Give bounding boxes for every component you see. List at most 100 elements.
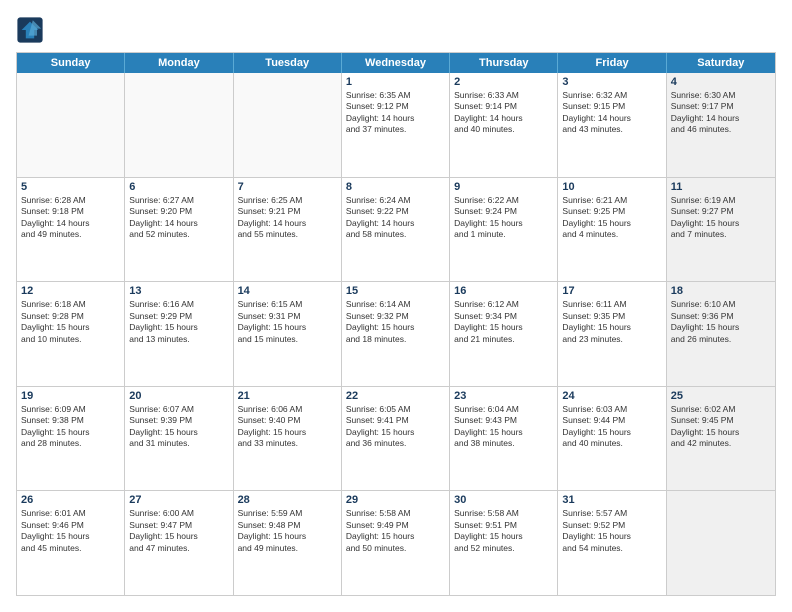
cal-cell-day-7: 7 Sunrise: 6:25 AM Sunset: 9:21 PM Daylig… — [234, 178, 342, 282]
cell-text: Sunrise: 6:16 AM Sunset: 9:29 PM Dayligh… — [129, 299, 228, 345]
day-number: 16 — [454, 285, 553, 297]
day-number: 23 — [454, 390, 553, 402]
cal-row-4: 26 Sunrise: 6:01 AM Sunset: 9:46 PM Dayli… — [17, 490, 775, 595]
cal-cell-day-17: 17 Sunrise: 6:11 AM Sunset: 9:35 PM Dayli… — [558, 282, 666, 386]
day-number: 3 — [562, 76, 661, 88]
cal-cell-day-3: 3 Sunrise: 6:32 AM Sunset: 9:15 PM Daylig… — [558, 73, 666, 177]
cal-cell-day-16: 16 Sunrise: 6:12 AM Sunset: 9:34 PM Dayli… — [450, 282, 558, 386]
header-day-monday: Monday — [125, 53, 233, 73]
cal-row-1: 5 Sunrise: 6:28 AM Sunset: 9:18 PM Daylig… — [17, 177, 775, 282]
calendar-header: SundayMondayTuesdayWednesdayThursdayFrid… — [17, 53, 775, 73]
cell-text: Sunrise: 6:15 AM Sunset: 9:31 PM Dayligh… — [238, 299, 337, 345]
day-number: 11 — [671, 181, 771, 193]
cell-text: Sunrise: 6:03 AM Sunset: 9:44 PM Dayligh… — [562, 404, 661, 450]
cell-text: Sunrise: 6:05 AM Sunset: 9:41 PM Dayligh… — [346, 404, 445, 450]
cal-cell-day-20: 20 Sunrise: 6:07 AM Sunset: 9:39 PM Dayli… — [125, 387, 233, 491]
cell-text: Sunrise: 6:21 AM Sunset: 9:25 PM Dayligh… — [562, 195, 661, 241]
cal-cell-empty — [125, 73, 233, 177]
day-number: 26 — [21, 494, 120, 506]
cal-cell-day-26: 26 Sunrise: 6:01 AM Sunset: 9:46 PM Dayli… — [17, 491, 125, 595]
day-number: 28 — [238, 494, 337, 506]
day-number: 31 — [562, 494, 661, 506]
header-day-tuesday: Tuesday — [234, 53, 342, 73]
day-number: 12 — [21, 285, 120, 297]
day-number: 17 — [562, 285, 661, 297]
cal-cell-day-27: 27 Sunrise: 6:00 AM Sunset: 9:47 PM Dayli… — [125, 491, 233, 595]
cal-cell-day-8: 8 Sunrise: 6:24 AM Sunset: 9:22 PM Daylig… — [342, 178, 450, 282]
cal-cell-day-2: 2Sunrise: 6:33 AM Sunset: 9:14 PM Daylig… — [450, 73, 558, 177]
cal-cell-day-9: 9Sunrise: 6:22 AM Sunset: 9:24 PM Daylig… — [450, 178, 558, 282]
cal-cell-day-22: 22 Sunrise: 6:05 AM Sunset: 9:41 PM Dayli… — [342, 387, 450, 491]
cell-text: Sunrise: 6:09 AM Sunset: 9:38 PM Dayligh… — [21, 404, 120, 450]
header-day-saturday: Saturday — [667, 53, 775, 73]
cal-cell-day-1: 1Sunrise: 6:35 AM Sunset: 9:12 PM Daylig… — [342, 73, 450, 177]
header-day-friday: Friday — [558, 53, 666, 73]
cal-row-2: 12 Sunrise: 6:18 AM Sunset: 9:28 PM Dayli… — [17, 281, 775, 386]
day-number: 24 — [562, 390, 661, 402]
cell-text: Sunrise: 5:58 AM Sunset: 9:49 PM Dayligh… — [346, 508, 445, 554]
cal-cell-day-24: 24 Sunrise: 6:03 AM Sunset: 9:44 PM Dayli… — [558, 387, 666, 491]
header-day-sunday: Sunday — [17, 53, 125, 73]
day-number: 4 — [671, 76, 771, 88]
cell-text: Sunrise: 6:22 AM Sunset: 9:24 PM Dayligh… — [454, 195, 553, 241]
day-number: 22 — [346, 390, 445, 402]
cell-text: Sunrise: 6:24 AM Sunset: 9:22 PM Dayligh… — [346, 195, 445, 241]
day-number: 7 — [238, 181, 337, 193]
cal-cell-day-31: 31 Sunrise: 5:57 AM Sunset: 9:52 PM Dayli… — [558, 491, 666, 595]
day-number: 10 — [562, 181, 661, 193]
day-number: 18 — [671, 285, 771, 297]
day-number: 27 — [129, 494, 228, 506]
cal-cell-day-11: 11 Sunrise: 6:19 AM Sunset: 9:27 PM Dayli… — [667, 178, 775, 282]
cell-text: Sunrise: 6:27 AM Sunset: 9:20 PM Dayligh… — [129, 195, 228, 241]
day-number: 8 — [346, 181, 445, 193]
cal-cell-day-29: 29Sunrise: 5:58 AM Sunset: 9:49 PM Dayli… — [342, 491, 450, 595]
cal-cell-day-13: 13 Sunrise: 6:16 AM Sunset: 9:29 PM Dayli… — [125, 282, 233, 386]
cal-cell-day-5: 5 Sunrise: 6:28 AM Sunset: 9:18 PM Daylig… — [17, 178, 125, 282]
cell-text: Sunrise: 6:00 AM Sunset: 9:47 PM Dayligh… — [129, 508, 228, 554]
cell-text: Sunrise: 5:58 AM Sunset: 9:51 PM Dayligh… — [454, 508, 553, 554]
day-number: 14 — [238, 285, 337, 297]
cell-text: Sunrise: 6:32 AM Sunset: 9:15 PM Dayligh… — [562, 90, 661, 136]
cal-cell-day-15: 15 Sunrise: 6:14 AM Sunset: 9:32 PM Dayli… — [342, 282, 450, 386]
cal-cell-day-30: 30Sunrise: 5:58 AM Sunset: 9:51 PM Dayli… — [450, 491, 558, 595]
cell-text: Sunrise: 6:25 AM Sunset: 9:21 PM Dayligh… — [238, 195, 337, 241]
day-number: 20 — [129, 390, 228, 402]
cell-text: Sunrise: 6:07 AM Sunset: 9:39 PM Dayligh… — [129, 404, 228, 450]
day-number: 15 — [346, 285, 445, 297]
day-number: 13 — [129, 285, 228, 297]
cal-row-0: 1Sunrise: 6:35 AM Sunset: 9:12 PM Daylig… — [17, 73, 775, 177]
cell-text: Sunrise: 6:01 AM Sunset: 9:46 PM Dayligh… — [21, 508, 120, 554]
cal-cell-day-28: 28Sunrise: 5:59 AM Sunset: 9:48 PM Dayli… — [234, 491, 342, 595]
cell-text: Sunrise: 6:10 AM Sunset: 9:36 PM Dayligh… — [671, 299, 771, 345]
cell-text: Sunrise: 6:11 AM Sunset: 9:35 PM Dayligh… — [562, 299, 661, 345]
cal-cell-day-23: 23 Sunrise: 6:04 AM Sunset: 9:43 PM Dayli… — [450, 387, 558, 491]
cal-cell-day-19: 19 Sunrise: 6:09 AM Sunset: 9:38 PM Dayli… — [17, 387, 125, 491]
day-number: 21 — [238, 390, 337, 402]
cal-cell-day-25: 25 Sunrise: 6:02 AM Sunset: 9:45 PM Dayli… — [667, 387, 775, 491]
cell-text: Sunrise: 6:04 AM Sunset: 9:43 PM Dayligh… — [454, 404, 553, 450]
cell-text: Sunrise: 6:18 AM Sunset: 9:28 PM Dayligh… — [21, 299, 120, 345]
cal-cell-empty — [667, 491, 775, 595]
cal-cell-day-6: 6Sunrise: 6:27 AM Sunset: 9:20 PM Daylig… — [125, 178, 233, 282]
day-number: 25 — [671, 390, 771, 402]
calendar: SundayMondayTuesdayWednesdayThursdayFrid… — [16, 52, 776, 596]
day-number: 19 — [21, 390, 120, 402]
cell-text: Sunrise: 6:28 AM Sunset: 9:18 PM Dayligh… — [21, 195, 120, 241]
cal-cell-day-14: 14 Sunrise: 6:15 AM Sunset: 9:31 PM Dayli… — [234, 282, 342, 386]
cell-text: Sunrise: 6:14 AM Sunset: 9:32 PM Dayligh… — [346, 299, 445, 345]
day-number: 2 — [454, 76, 553, 88]
cell-text: Sunrise: 6:02 AM Sunset: 9:45 PM Dayligh… — [671, 404, 771, 450]
cell-text: Sunrise: 6:35 AM Sunset: 9:12 PM Dayligh… — [346, 90, 445, 136]
cal-cell-day-10: 10 Sunrise: 6:21 AM Sunset: 9:25 PM Dayli… — [558, 178, 666, 282]
cell-text: Sunrise: 6:12 AM Sunset: 9:34 PM Dayligh… — [454, 299, 553, 345]
cal-cell-empty — [17, 73, 125, 177]
header — [16, 16, 776, 44]
day-number: 5 — [21, 181, 120, 193]
cal-row-3: 19 Sunrise: 6:09 AM Sunset: 9:38 PM Dayli… — [17, 386, 775, 491]
cal-cell-day-21: 21 Sunrise: 6:06 AM Sunset: 9:40 PM Dayli… — [234, 387, 342, 491]
cell-text: Sunrise: 5:57 AM Sunset: 9:52 PM Dayligh… — [562, 508, 661, 554]
cell-text: Sunrise: 6:06 AM Sunset: 9:40 PM Dayligh… — [238, 404, 337, 450]
cal-cell-day-18: 18 Sunrise: 6:10 AM Sunset: 9:36 PM Dayli… — [667, 282, 775, 386]
logo — [16, 16, 48, 44]
cell-text: Sunrise: 6:19 AM Sunset: 9:27 PM Dayligh… — [671, 195, 771, 241]
